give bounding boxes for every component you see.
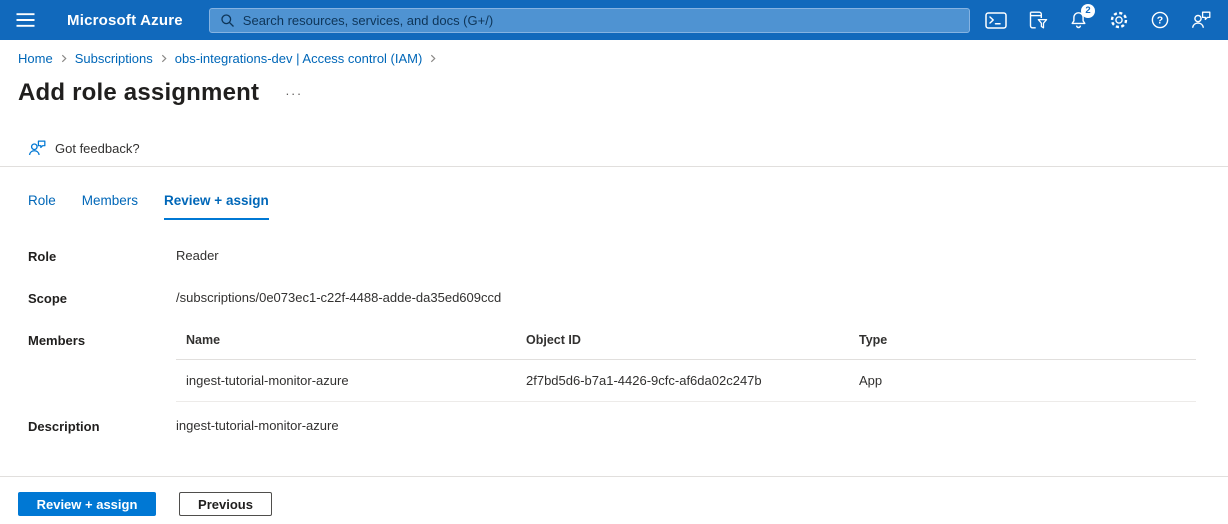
tab-members[interactable]: Members [82, 193, 138, 220]
member-type-cell: App [849, 360, 1196, 401]
column-header-object-id: Object ID [516, 332, 849, 359]
azure-portal-page: Microsoft Azure 2 [0, 0, 1228, 524]
scope-value: /subscriptions/0e073ec1-c22f-4488-adde-d… [176, 290, 501, 305]
member-object-id-cell: 2f7bd5d6-b7a1-4426-9cfc-af6da02c247b [516, 360, 849, 401]
top-bar: Microsoft Azure 2 [0, 0, 1228, 40]
members-field: Members Name Object ID Type ingest-tutor… [28, 332, 1196, 402]
scope-field: Scope /subscriptions/0e073ec1-c22f-4488-… [28, 290, 1196, 306]
breadcrumb-subscriptions[interactable]: Subscriptions [75, 51, 153, 66]
breadcrumb: Home Subscriptions obs-integrations-dev … [0, 40, 1228, 66]
description-field: Description ingest-tutorial-monitor-azur… [28, 418, 1196, 434]
role-label: Role [28, 248, 176, 264]
cloud-shell-icon [985, 12, 1007, 29]
notification-badge: 2 [1081, 4, 1095, 18]
svg-text:?: ? [1157, 15, 1163, 27]
topbar-icon-group: 2 ? [983, 7, 1214, 33]
feedback-button[interactable] [1188, 7, 1214, 33]
members-table: Name Object ID Type ingest-tutorial-moni… [176, 332, 1196, 402]
members-label: Members [28, 332, 176, 348]
member-name-cell: ingest-tutorial-monitor-azure [176, 360, 516, 401]
role-value: Reader [176, 248, 219, 263]
global-search-box[interactable] [209, 8, 970, 33]
footer-action-bar: Review + assign Previous [0, 476, 1228, 524]
chevron-right-icon [160, 54, 168, 63]
chevron-right-icon [60, 54, 68, 63]
table-row: ingest-tutorial-monitor-azure 2f7bd5d6-b… [176, 360, 1196, 402]
description-value: ingest-tutorial-monitor-azure [176, 418, 339, 433]
breadcrumb-subscription-iam[interactable]: obs-integrations-dev | Access control (I… [175, 51, 423, 66]
previous-button[interactable]: Previous [179, 492, 272, 516]
feedback-person-icon [1191, 11, 1211, 29]
gear-icon [1109, 10, 1129, 30]
role-field: Role Reader [28, 248, 1196, 264]
tab-bar: Role Members Review + assign [28, 193, 1228, 220]
breadcrumb-home[interactable]: Home [18, 51, 53, 66]
description-label: Description [28, 418, 176, 434]
scope-label: Scope [28, 290, 176, 306]
menu-button[interactable] [12, 7, 38, 33]
members-table-header: Name Object ID Type [176, 332, 1196, 360]
tab-role[interactable]: Role [28, 193, 56, 220]
search-icon [220, 13, 235, 28]
notifications-button[interactable]: 2 [1065, 7, 1091, 33]
cloud-shell-button[interactable] [983, 7, 1009, 33]
brand-home-link[interactable]: Microsoft Azure [67, 12, 183, 29]
title-row: Add role assignment ··· [18, 79, 1228, 107]
feedback-row: Got feedback? [0, 140, 1228, 167]
column-header-name: Name [176, 332, 516, 359]
review-summary: Role Reader Scope /subscriptions/0e073ec… [0, 248, 1228, 434]
got-feedback-link[interactable]: Got feedback? [55, 141, 140, 156]
more-actions-button[interactable]: ··· [285, 87, 303, 99]
directory-filter-button[interactable] [1024, 7, 1050, 33]
help-button[interactable]: ? [1147, 7, 1173, 33]
search-input[interactable] [243, 13, 959, 28]
hamburger-icon [15, 12, 36, 28]
chevron-right-icon [429, 54, 437, 63]
page-title: Add role assignment [18, 79, 259, 107]
got-feedback-icon [28, 140, 46, 156]
settings-button[interactable] [1106, 7, 1132, 33]
help-icon: ? [1151, 11, 1169, 29]
directory-filter-icon [1027, 11, 1048, 29]
column-header-type: Type [849, 332, 1196, 359]
tab-review-assign[interactable]: Review + assign [164, 193, 269, 220]
review-assign-button[interactable]: Review + assign [18, 492, 156, 516]
